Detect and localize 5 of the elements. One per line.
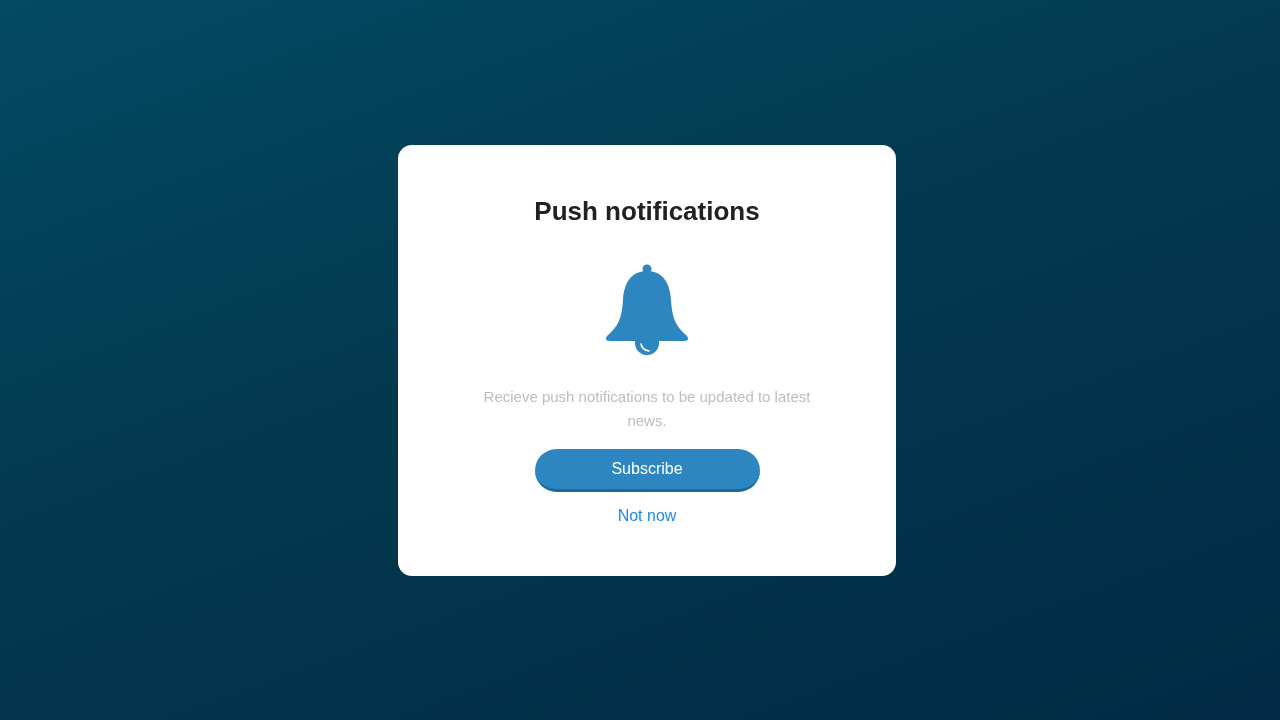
bell-icon	[605, 263, 689, 356]
dialog-message: Recieve push notifications to be updated to latest news.	[482, 386, 812, 431]
subscribe-button[interactable]: Subscribe	[534, 448, 760, 492]
not-now-link[interactable]: Not now	[617, 504, 677, 527]
dialog-title: Push notifications	[534, 194, 760, 227]
